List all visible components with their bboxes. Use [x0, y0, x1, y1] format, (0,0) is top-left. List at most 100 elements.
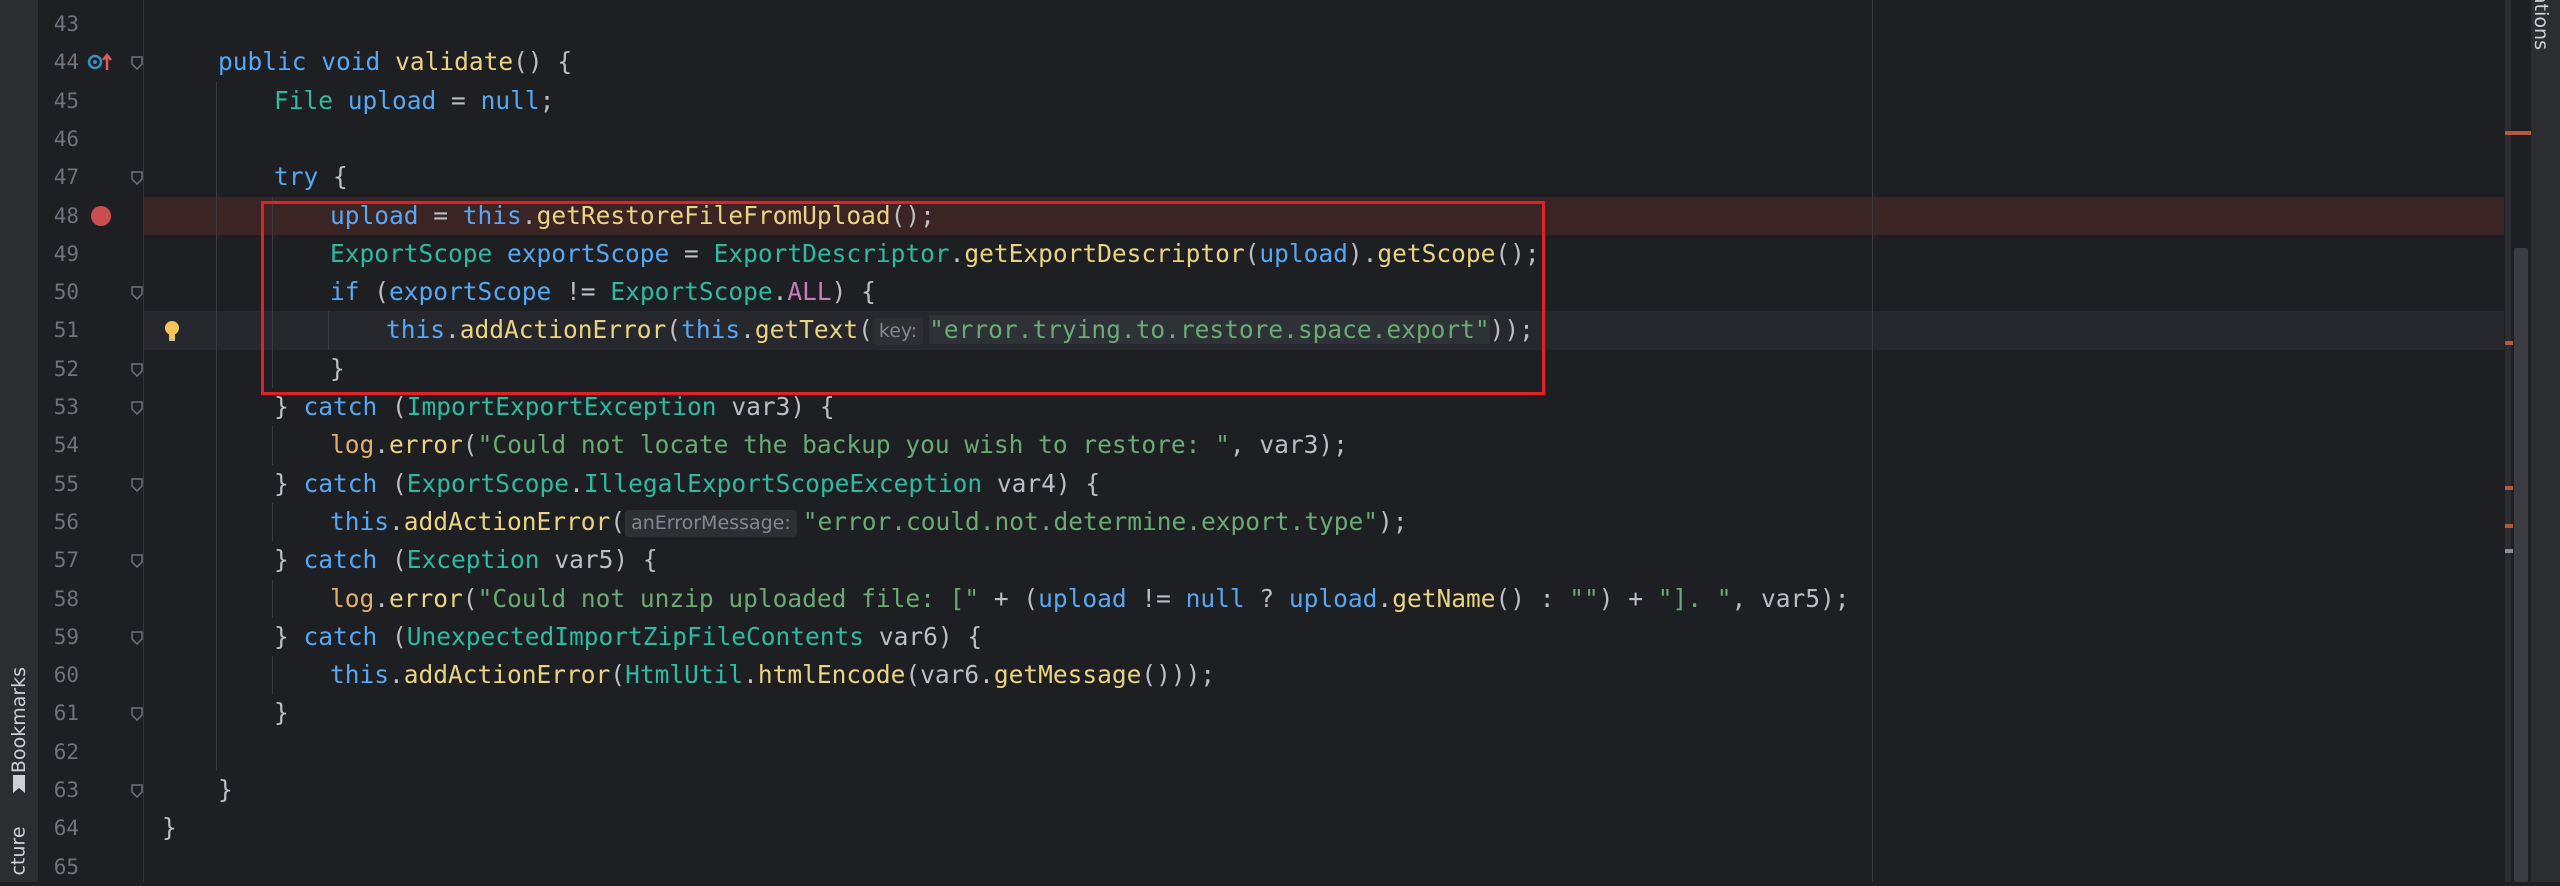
code-text: } catch (UnexpectedImportZipFileContents… [274, 621, 983, 651]
code-line[interactable]: log.error("Could not locate the backup y… [144, 426, 2504, 464]
fold-marker-icon[interactable] [131, 630, 143, 645]
gutter-line[interactable]: 55 [39, 465, 143, 503]
code-line[interactable]: log.error("Could not unzip uploaded file… [144, 580, 2504, 618]
gutter-line[interactable]: 65 [39, 848, 143, 886]
param-hint-an-error-message: anErrorMessage: [625, 509, 797, 537]
indent-guide [272, 656, 273, 695]
error-stripe-mark[interactable] [2505, 341, 2513, 345]
bookmarks-tab[interactable]: Bookmarks [0, 655, 38, 785]
code-line[interactable]: } [144, 809, 2504, 847]
gutter-line[interactable]: 58 [39, 580, 143, 618]
code-text: log.error("Could not unzip uploaded file… [330, 583, 1850, 613]
fold-marker-icon[interactable] [131, 362, 143, 377]
code-text: } catch (Exception var5) { [274, 545, 658, 575]
gutter-line[interactable]: 57 [39, 541, 143, 579]
gutter-line[interactable]: 53 [39, 388, 143, 426]
line-number: 49 [53, 241, 79, 266]
code-line[interactable]: this.addActionError(this.getText(key: "er… [144, 311, 2504, 350]
bookmark-icon[interactable] [11, 774, 27, 798]
gutter-line[interactable]: 62 [39, 733, 143, 771]
fold-marker-icon[interactable] [131, 553, 143, 569]
code-line[interactable]: } [144, 694, 2504, 732]
code-line[interactable]: } catch (UnexpectedImportZipFileContents… [144, 618, 2504, 656]
gutter-line[interactable]: 52 [39, 350, 143, 388]
line-number: 64 [53, 816, 79, 841]
gutter-line[interactable]: 44 [39, 43, 143, 81]
error-stripe-mark[interactable] [2505, 131, 2531, 135]
code-line[interactable]: } [144, 771, 2504, 809]
code-text: upload = this.getRestoreFileFromUpload()… [330, 200, 935, 230]
notifications-tab[interactable]: ations [2522, 0, 2560, 60]
gutter-line[interactable]: 60 [39, 656, 143, 694]
code-line[interactable] [144, 5, 2504, 43]
code-line[interactable]: } catch (ImportExportException var3) { [144, 388, 2504, 426]
bookmarks-tab-label: Bookmarks [8, 666, 30, 774]
line-number: 44 [53, 50, 79, 75]
error-stripe-mark[interactable] [2505, 486, 2513, 490]
code-line[interactable]: } catch (Exception var5) { [144, 541, 2504, 579]
code-line[interactable]: } [144, 350, 2504, 388]
gutter-line[interactable]: 56 [39, 503, 143, 541]
code-text: } [162, 813, 177, 843]
code-area[interactable]: public void validate() { File upload = nu… [144, 0, 2504, 882]
indent-guide [272, 502, 273, 542]
line-number: 51 [53, 318, 79, 343]
code-text: ExportScope exportScope = ExportDescript… [330, 238, 1540, 268]
editor-gutter[interactable]: 43 44 45 46 47 48 49 50 51 52 53 54 55 56 57 58 59 60 61 62… [39, 0, 179, 882]
scroll-thumb[interactable] [2514, 248, 2528, 882]
code-text: public void validate() { [218, 47, 573, 77]
fold-marker-icon[interactable] [131, 783, 143, 799]
error-stripe-mark[interactable] [2505, 524, 2513, 528]
gutter-line[interactable]: 50 [39, 273, 143, 311]
code-line[interactable]: } catch (ExportScope.IllegalExportScopeE… [144, 465, 2504, 503]
gutter-line[interactable]: 45 [39, 82, 143, 120]
right-tool-strip [2504, 0, 2560, 882]
line-number: 56 [53, 509, 79, 534]
code-text: this.addActionError(anErrorMessage: "erro… [330, 506, 1408, 537]
code-text: File upload = null; [274, 85, 555, 115]
code-line[interactable]: upload = this.getRestoreFileFromUpload()… [144, 196, 2504, 235]
code-line[interactable]: if (exportScope != ExportScope.ALL) { [144, 273, 2504, 311]
line-number: 58 [53, 586, 79, 611]
fold-marker-icon[interactable] [131, 285, 143, 301]
fold-marker-icon[interactable] [131, 477, 143, 492]
line-number: 63 [53, 778, 79, 802]
fold-marker-icon[interactable] [131, 400, 143, 416]
override-method-icon[interactable] [87, 51, 113, 77]
gutter-line[interactable]: 61 [39, 694, 143, 732]
line-number: 46 [53, 126, 79, 151]
error-stripe-mark[interactable] [2505, 549, 2513, 553]
fold-marker-icon[interactable] [131, 170, 143, 186]
gutter-line[interactable]: 48 [39, 197, 143, 235]
gutter-line[interactable]: 54 [39, 426, 143, 464]
line-number: 48 [53, 203, 79, 228]
code-line[interactable] [144, 848, 2504, 886]
code-line[interactable]: try { [144, 158, 2504, 196]
line-number: 59 [53, 624, 79, 649]
code-line[interactable] [144, 120, 2504, 158]
code-line[interactable] [144, 733, 2504, 771]
line-number: 57 [53, 548, 79, 573]
fold-marker-icon[interactable] [131, 55, 143, 71]
gutter-line[interactable]: 47 [39, 158, 143, 196]
code-line[interactable]: this.addActionError(HtmlUtil.htmlEncode(… [144, 656, 2504, 694]
lightbulb-icon[interactable] [163, 319, 181, 347]
code-line[interactable]: ExportScope exportScope = ExportDescript… [144, 235, 2504, 273]
gutter-line[interactable]: 64 [39, 809, 143, 847]
code-text: try { [274, 162, 348, 192]
gutter-line[interactable]: 49 [39, 235, 143, 273]
fold-marker-icon[interactable] [131, 706, 143, 722]
gutter-line[interactable]: 59 [39, 618, 143, 656]
gutter-line[interactable]: 43 [39, 5, 143, 43]
breakpoint-icon[interactable] [91, 205, 111, 226]
line-number: 60 [53, 663, 79, 688]
structure-tab[interactable]: cture [0, 820, 38, 882]
gutter-line[interactable]: 63 [39, 771, 143, 809]
gutter-line[interactable]: 51 [39, 311, 179, 349]
code-line[interactable]: this.addActionError(anErrorMessage: "erro… [144, 503, 2504, 541]
line-number: 52 [53, 356, 79, 381]
code-line[interactable]: File upload = null; [144, 82, 2504, 120]
gutter-line[interactable]: 46 [39, 120, 143, 158]
code-editor[interactable]: 43 44 45 46 47 48 49 50 51 52 53 54 55 56 57 58 59 60 61 62… [39, 0, 2504, 882]
code-line[interactable]: public void validate() { [144, 43, 2504, 81]
